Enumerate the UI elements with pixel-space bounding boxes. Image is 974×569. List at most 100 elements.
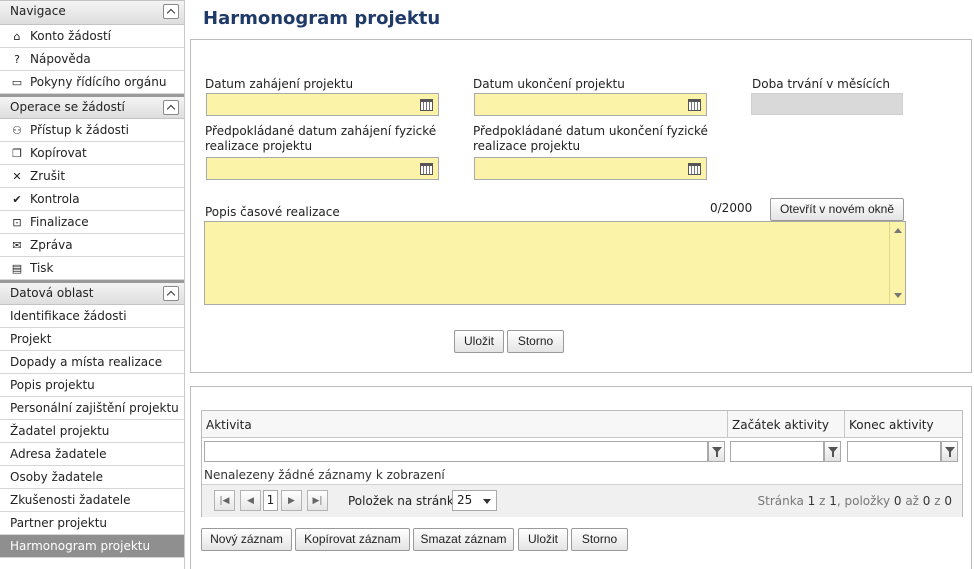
section-title: Datová oblast	[10, 286, 94, 300]
cancel-button[interactable]: Storno	[507, 330, 564, 353]
delete-record-button[interactable]: Smazat záznam	[413, 528, 514, 551]
phys-end-label-line: Předpokládané datum ukončení fyzické	[473, 124, 708, 138]
filter-row	[202, 438, 962, 465]
scroll-down-icon[interactable]	[894, 293, 902, 298]
save-button[interactable]: Uložit	[454, 330, 504, 353]
cross-icon: ✕	[12, 170, 22, 183]
lock-icon: ⊡	[12, 216, 22, 229]
pager-info-value: 1	[829, 494, 837, 508]
pager-info-text: z	[815, 494, 830, 508]
filter-icon[interactable]	[824, 441, 841, 462]
description-label: Popis časové realizace	[205, 205, 340, 219]
sidebar-item-label: Pokyny řídícího orgánu	[30, 75, 167, 89]
per-page-select[interactable]: 25	[452, 490, 497, 511]
page-number-input[interactable]: 1	[263, 490, 278, 511]
end-date-label: Datum ukončení projektu	[473, 77, 625, 91]
calendar-icon[interactable]	[688, 163, 701, 175]
sidebar-item-dopady-a-mista-realizace[interactable]: Dopady a místa realizace	[0, 351, 184, 374]
phys-end-label-line: realizace projektu	[473, 139, 581, 153]
section-title: Navigace	[10, 4, 66, 18]
per-page-label: Položek na stránku	[348, 494, 462, 508]
activities-panel: Aktivita Začátek aktivity Konec aktivity…	[190, 386, 972, 569]
sidebar-item-partner-projektu[interactable]: Partner projektu	[0, 512, 184, 535]
empty-message: Nenalezeny žádné záznamy k zobrazení	[204, 468, 445, 482]
sidebar-item-osoby-zadatele[interactable]: Osoby žadatele	[0, 466, 184, 489]
sidebar-item-label: Přístup k žádosti	[30, 123, 129, 137]
scroll-up-icon[interactable]	[894, 228, 902, 233]
phys-end-label: Předpokládané datum ukončení fyzické rea…	[473, 124, 708, 154]
sidebar-item-personalni-zajisteni-projektu[interactable]: Personální zajištění projektu	[0, 397, 184, 420]
calendar-icon[interactable]	[420, 99, 433, 111]
collapse-icon[interactable]	[163, 4, 179, 19]
duration-label: Doba trvání v měsících	[752, 77, 890, 91]
last-page-button[interactable]: ▶|	[307, 490, 328, 511]
sidebar-item-pokyny-ridiciho-organu[interactable]: ▭ Pokyny řídícího orgánu	[0, 71, 184, 94]
sidebar-item-kontrola[interactable]: ✔ Kontrola	[0, 188, 184, 211]
column-header-end[interactable]: Konec aktivity	[845, 411, 964, 437]
user-icon: ⚇	[12, 124, 22, 137]
sidebar-item-zrusit[interactable]: ✕ Zrušit	[0, 165, 184, 188]
pager-info-text: z	[930, 494, 945, 508]
next-page-button[interactable]: ▶	[281, 490, 302, 511]
sidebar-item-label: Zpráva	[30, 238, 73, 252]
grid-save-button[interactable]: Uložit	[518, 528, 568, 551]
pager-info-text: , položky	[836, 494, 894, 508]
sidebar-item-projekt[interactable]: Projekt	[0, 328, 184, 351]
open-new-window-button[interactable]: Otevřít v novém okně	[770, 198, 904, 221]
sidebar-item-kopirovat[interactable]: ❐ Kopírovat	[0, 142, 184, 165]
copy-record-button[interactable]: Kopírovat záznam	[295, 528, 410, 551]
collapse-icon[interactable]	[163, 100, 179, 115]
section-header-navigace[interactable]: Navigace	[0, 0, 184, 25]
filter-icon[interactable]	[708, 441, 725, 462]
nav-list: ⌂ Konto žádostí? Nápověda ▭ Pokyny řídícího …	[0, 25, 184, 94]
section-header-operace[interactable]: Operace se žádostí	[0, 94, 184, 119]
description-textarea[interactable]	[204, 221, 906, 305]
sidebar-item-label: Kontrola	[30, 192, 80, 206]
end-filter-input[interactable]	[847, 441, 941, 462]
start-date-label: Datum zahájení projektu	[205, 77, 354, 91]
column-header-activity[interactable]: Aktivita	[202, 411, 728, 437]
page-title: Harmonogram projektu	[203, 8, 441, 29]
sidebar-item-popis-projektu[interactable]: Popis projektu	[0, 374, 184, 397]
activity-filter-input[interactable]	[204, 441, 708, 462]
first-page-icon: |◀	[219, 496, 230, 506]
end-date-input[interactable]	[474, 93, 707, 116]
calendar-icon[interactable]	[688, 99, 701, 111]
operations-list: ⚇ Přístup k žádosti ❐ Kopírovat ✕ Zrušit ✔ Kont…	[0, 119, 184, 280]
sidebar-item-adresa-zadatele[interactable]: Adresa žadatele	[0, 443, 184, 466]
pager-info-value: 0	[944, 494, 952, 508]
start-filter-input[interactable]	[730, 441, 824, 462]
sidebar-item-identifikace-zadosti[interactable]: Identifikace žádosti	[0, 305, 184, 328]
char-counter: 0/2000	[710, 201, 753, 215]
sidebar-item-napoveda[interactable]: ? Nápověda	[0, 48, 184, 71]
sidebar-item-zadatel-projektu[interactable]: Žadatel projektu	[0, 420, 184, 443]
sidebar-item-konto-zadosti[interactable]: ⌂ Konto žádostí	[0, 25, 184, 48]
sidebar-item-finalizace[interactable]: ⊡ Finalizace	[0, 211, 184, 234]
sidebar-item-pristup-k-zadosti[interactable]: ⚇ Přístup k žádosti	[0, 119, 184, 142]
new-record-button[interactable]: Nový záznam	[201, 528, 292, 551]
phys-start-label-line: Předpokládané datum zahájení fyzické	[205, 124, 437, 138]
column-header-start[interactable]: Začátek aktivity	[728, 411, 845, 437]
sidebar-item-label: Kopírovat	[30, 146, 87, 160]
grid-cancel-button[interactable]: Storno	[571, 528, 628, 551]
prev-page-button[interactable]: ◀	[240, 490, 261, 511]
copy-icon: ❐	[12, 147, 22, 160]
phys-end-date-input[interactable]	[474, 157, 707, 180]
calendar-icon[interactable]	[420, 163, 433, 175]
sidebar-item-label: Finalizace	[30, 215, 89, 229]
filter-icon[interactable]	[941, 441, 958, 462]
collapse-icon[interactable]	[163, 286, 179, 301]
sidebar-item-zprava[interactable]: ✉ Zpráva	[0, 234, 184, 257]
phys-start-date-input[interactable]	[206, 157, 439, 180]
section-header-datova[interactable]: Datová oblast	[0, 280, 184, 305]
first-page-button[interactable]: |◀	[214, 490, 235, 511]
start-date-input[interactable]	[206, 93, 439, 116]
pager-info-text: Stránka	[757, 494, 808, 508]
sidebar-item-tisk[interactable]: ▤ Tisk	[0, 257, 184, 280]
next-page-icon: ▶	[288, 496, 295, 506]
sidebar-item-label: Nápověda	[30, 52, 91, 66]
sidebar-item-zkusenosti-zadatele[interactable]: Zkušenosti žadatele	[0, 489, 184, 512]
sidebar-item-harmonogram-projektu[interactable]: Harmonogram projektu	[0, 535, 184, 558]
pager-info-value: 0	[893, 494, 902, 508]
textarea-scrollbar[interactable]	[889, 222, 905, 304]
